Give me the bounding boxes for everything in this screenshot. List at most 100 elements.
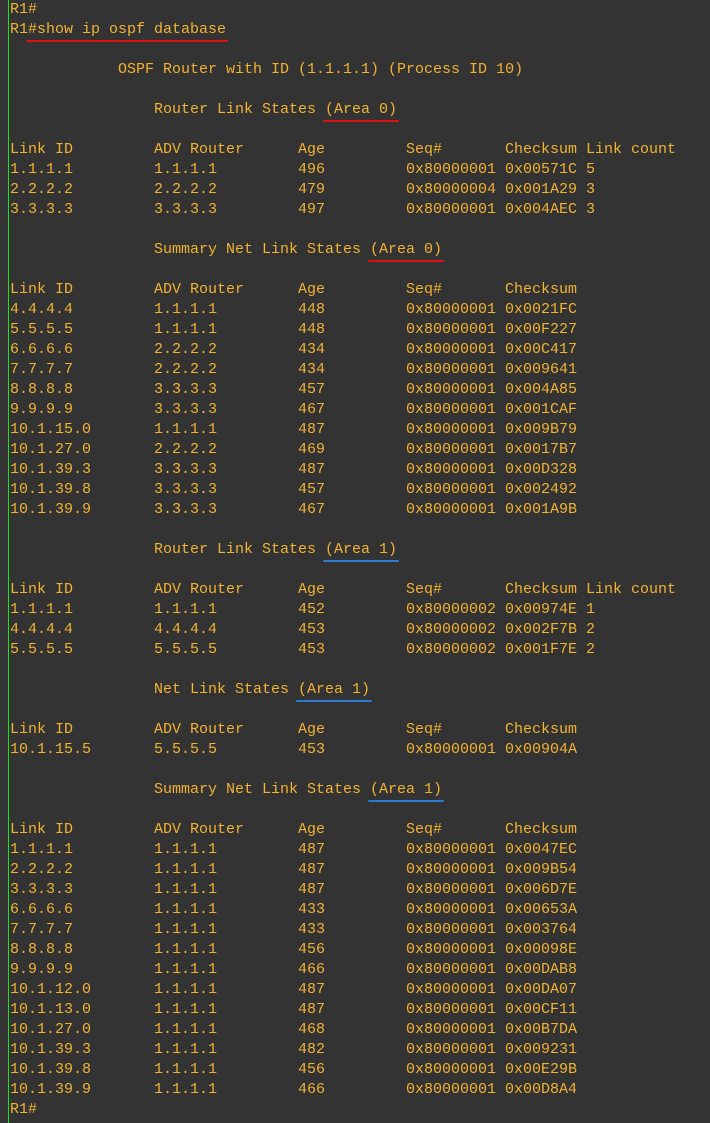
section-title: Summary Net Link States	[154, 241, 371, 258]
column-header-link-id: Link ID	[10, 581, 74, 598]
cell-link-id: 5.5.5.5	[10, 321, 74, 338]
cell-adv-router: 1.1.1.1	[154, 161, 218, 178]
cell-link-id: 7.7.7.7	[10, 921, 74, 938]
column-header-adv-router: ADV Router	[154, 281, 245, 298]
column-header-age: Age	[298, 821, 326, 838]
cell-seq: 0x80000001	[406, 841, 497, 858]
cell-adv-router: 1.1.1.1	[154, 941, 218, 958]
cell-link-id: 4.4.4.4	[10, 621, 74, 638]
cell-age: 497	[298, 201, 326, 218]
column-header-checksum: Checksum	[505, 141, 578, 158]
cell-age: 433	[298, 901, 326, 918]
column-header-seq: Seq#	[406, 721, 443, 738]
cell-seq: 0x80000001	[406, 1061, 497, 1078]
cell-checksum: 0x00653A	[505, 901, 578, 918]
cell-adv-router: 1.1.1.1	[154, 1041, 218, 1058]
cell-seq: 0x80000001	[406, 1081, 497, 1098]
cell-adv-router: 2.2.2.2	[154, 341, 218, 358]
cell-seq: 0x80000001	[406, 161, 497, 178]
cell-adv-router: 3.3.3.3	[154, 201, 218, 218]
cell-link-id: 3.3.3.3	[10, 201, 74, 218]
section-area: (Area 1)	[370, 781, 443, 798]
cell-age: 467	[298, 501, 326, 518]
cell-link-id: 10.1.39.8	[10, 481, 92, 498]
cell-checksum: 0x009B79	[505, 421, 578, 438]
column-header-age: Age	[298, 581, 326, 598]
cell-adv-router: 1.1.1.1	[154, 321, 218, 338]
column-header-checksum: Checksum	[505, 581, 578, 598]
command-underline	[26, 40, 228, 42]
cell-adv-router: 3.3.3.3	[154, 381, 218, 398]
cell-link-id: 6.6.6.6	[10, 341, 74, 358]
cell-link-id: 10.1.15.0	[10, 421, 92, 438]
cell-age: 453	[298, 741, 326, 758]
cell-link-count: 2	[586, 641, 596, 658]
cell-age: 448	[298, 301, 326, 318]
cell-link-count: 5	[586, 161, 596, 178]
cell-age: 487	[298, 861, 326, 878]
cell-checksum: 0x001A9B	[505, 501, 578, 518]
cell-adv-router: 5.5.5.5	[154, 641, 218, 658]
column-header-checksum: Checksum	[505, 281, 578, 298]
cell-seq: 0x80000001	[406, 481, 497, 498]
cell-age: 434	[298, 341, 326, 358]
cell-adv-router: 2.2.2.2	[154, 441, 218, 458]
cell-checksum: 0x009B54	[505, 861, 578, 878]
cell-checksum: 0x001F7E	[505, 641, 578, 658]
area-underline	[323, 560, 399, 562]
section-area: (Area 0)	[325, 101, 398, 118]
area-underline	[296, 700, 372, 702]
cell-seq: 0x80000001	[406, 1021, 497, 1038]
cell-checksum: 0x002492	[505, 481, 578, 498]
cell-adv-router: 1.1.1.1	[154, 961, 218, 978]
section-title: Router Link States	[154, 101, 326, 118]
cell-adv-router: 1.1.1.1	[154, 601, 218, 618]
section-title: Summary Net Link States	[154, 781, 371, 798]
column-header-age: Age	[298, 721, 326, 738]
cell-age: 434	[298, 361, 326, 378]
cell-checksum: 0x00904A	[505, 741, 578, 758]
area-underline	[323, 120, 399, 122]
cell-seq: 0x80000001	[406, 361, 497, 378]
cell-link-id: 1.1.1.1	[10, 161, 74, 178]
column-header-age: Age	[298, 281, 326, 298]
cell-checksum: 0x002F7B	[505, 621, 578, 638]
command-line: R1#show ip ospf database	[10, 21, 227, 38]
column-header-adv-router: ADV Router	[154, 821, 245, 838]
cell-checksum: 0x0017B7	[505, 441, 578, 458]
cell-age: 457	[298, 381, 326, 398]
cell-link-id: 9.9.9.9	[10, 401, 74, 418]
cell-adv-router: 1.1.1.1	[154, 901, 218, 918]
cell-age: 456	[298, 941, 326, 958]
cell-seq: 0x80000001	[406, 201, 497, 218]
cell-age: 453	[298, 621, 326, 638]
cell-link-count: 3	[586, 201, 596, 218]
cell-age: 468	[298, 1021, 326, 1038]
prompt-line: R1#	[10, 1, 38, 18]
cell-age: 448	[298, 321, 326, 338]
cell-checksum: 0x00C417	[505, 341, 578, 358]
cell-link-id: 10.1.27.0	[10, 1021, 92, 1038]
column-header-seq: Seq#	[406, 821, 443, 838]
cell-seq: 0x80000002	[406, 641, 497, 658]
cell-adv-router: 1.1.1.1	[154, 921, 218, 938]
cell-seq: 0x80000001	[406, 401, 497, 418]
cell-age: 467	[298, 401, 326, 418]
cell-seq: 0x80000001	[406, 301, 497, 318]
cell-checksum: 0x009641	[505, 361, 578, 378]
cell-link-id: 1.1.1.1	[10, 601, 74, 618]
cell-link-id: 8.8.8.8	[10, 941, 74, 958]
cell-checksum: 0x00098E	[505, 941, 578, 958]
cell-adv-router: 1.1.1.1	[154, 1021, 218, 1038]
section-title: Router Link States	[154, 541, 326, 558]
column-header-adv-router: ADV Router	[154, 141, 245, 158]
cell-checksum: 0x0021FC	[505, 301, 578, 318]
cell-age: 453	[298, 641, 326, 658]
cell-seq: 0x80000001	[406, 961, 497, 978]
column-header-link-count: Link count	[586, 141, 677, 158]
cell-age: 496	[298, 161, 326, 178]
cell-checksum: 0x001A29	[505, 181, 578, 198]
cell-seq: 0x80000001	[406, 501, 497, 518]
cell-link-id: 10.1.12.0	[10, 981, 92, 998]
cell-adv-router: 3.3.3.3	[154, 501, 218, 518]
